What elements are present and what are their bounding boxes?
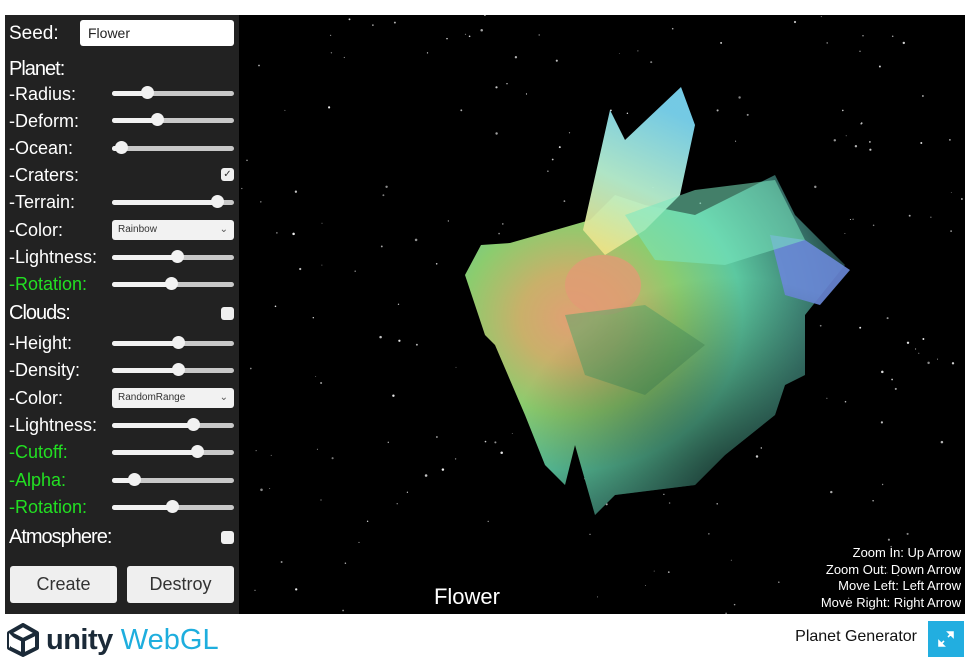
- planet-lightness-label: -Lightness:: [9, 247, 98, 267]
- checkmark-icon: ✓: [223, 169, 232, 180]
- deform-label: -Deform:: [9, 111, 80, 131]
- controls-help: Zoom In: Up Arrow Zoom Out: Down Arrow M…: [821, 545, 961, 611]
- cloud-color-label: -Color:: [9, 388, 64, 408]
- unity-webgl-logo: unity WebGL: [6, 622, 219, 658]
- seed-label: Seed:: [9, 23, 59, 44]
- terrain-label: -Terrain:: [9, 192, 76, 212]
- chevron-down-icon: ⌄: [219, 224, 228, 235]
- cloud-color-dropdown[interactable]: RandomRange ⌄: [112, 388, 234, 408]
- slider-handle[interactable]: [191, 445, 205, 458]
- slider-fill: [112, 282, 171, 287]
- clouds-header: Clouds:: [9, 302, 71, 324]
- cloud-cutoff-slider[interactable]: [112, 445, 234, 459]
- help-line: Zoom In: Up Arrow: [852, 545, 961, 560]
- planet-name: Flower: [433, 584, 500, 609]
- help-line: Move Right: Right Arrow: [820, 594, 961, 610]
- planet-header: Planet:: [9, 58, 65, 80]
- slider-fill: [112, 341, 178, 346]
- cloud-height-label: -Height:: [9, 333, 73, 353]
- slider-handle[interactable]: [186, 418, 200, 431]
- slider-handle[interactable]: [165, 500, 179, 513]
- slider-fill: [112, 505, 172, 510]
- destroy-button[interactable]: Destroy: [127, 566, 234, 603]
- cloud-lightness-slider[interactable]: [112, 418, 234, 432]
- cloud-rotation-label: -Rotation:: [9, 497, 88, 517]
- cloud-alpha-slider[interactable]: [112, 473, 234, 487]
- webgl-canvas[interactable]: Seed: Flower Planet: -Radius: -Deform: -…: [5, 15, 965, 614]
- craters-checkbox[interactable]: ✓: [221, 168, 234, 181]
- unity-cube-icon: [7, 623, 39, 657]
- cloud-color-value: RandomRange: [118, 392, 186, 403]
- radius-slider[interactable]: [112, 86, 234, 100]
- slider-track[interactable]: [112, 146, 234, 151]
- atmosphere-checkbox[interactable]: [221, 531, 234, 544]
- planet-lightness-slider[interactable]: [112, 250, 234, 264]
- ocean-label: -Ocean:: [9, 138, 74, 158]
- slider-handle[interactable]: [171, 336, 185, 349]
- slider-handle[interactable]: [170, 250, 184, 263]
- cloud-lightness-label: -Lightness:: [9, 415, 98, 435]
- slider-fill: [112, 368, 178, 373]
- slider-handle[interactable]: [114, 141, 128, 154]
- cloud-rotation-slider[interactable]: [112, 500, 234, 514]
- planet-color-value: Rainbow: [118, 224, 157, 235]
- craters-label: -Craters:: [9, 165, 80, 185]
- settings-panel: Seed: Flower Planet: -Radius: -Deform: -…: [5, 15, 239, 614]
- atmosphere-header: Atmosphere:: [9, 526, 112, 548]
- seed-input[interactable]: Flower: [80, 20, 234, 46]
- clouds-checkbox[interactable]: [221, 307, 234, 320]
- footer: unity WebGL Planet Generator: [0, 614, 976, 669]
- help-line: Zoom Out: Down Arrow: [825, 561, 961, 577]
- slider-handle[interactable]: [210, 195, 224, 208]
- fullscreen-button[interactable]: [928, 621, 964, 657]
- help-line: Move Left: Left Arrow: [838, 578, 961, 593]
- app-title: Planet Generator: [795, 628, 917, 645]
- slider-fill: [112, 200, 217, 205]
- create-button[interactable]: Create: [10, 566, 117, 603]
- ocean-slider[interactable]: [112, 141, 234, 155]
- fullscreen-icon: [938, 631, 954, 647]
- cloud-height-slider[interactable]: [112, 336, 234, 350]
- cloud-density-label: -Density:: [9, 360, 81, 380]
- planet-rotation-slider[interactable]: [112, 277, 234, 291]
- slider-handle[interactable]: [127, 473, 141, 486]
- slider-fill: [112, 255, 177, 260]
- slider-fill: [112, 423, 193, 428]
- slider-fill: [112, 450, 198, 455]
- terrain-slider[interactable]: [112, 195, 234, 209]
- cloud-alpha-label: -Alpha:: [9, 470, 67, 490]
- chevron-down-icon: ⌄: [219, 392, 228, 403]
- slider-handle[interactable]: [141, 86, 155, 99]
- slider-handle[interactable]: [151, 113, 165, 126]
- planet-color-label: -Color:: [9, 220, 64, 240]
- cloud-cutoff-label: -Cutoff:: [9, 442, 68, 462]
- logo-unity-text: unity: [46, 623, 113, 656]
- planet-color-dropdown[interactable]: Rainbow ⌄: [112, 220, 234, 240]
- radius-label: -Radius:: [9, 84, 77, 104]
- slider-handle[interactable]: [171, 363, 185, 376]
- cloud-density-slider[interactable]: [112, 363, 234, 377]
- slider-handle[interactable]: [164, 277, 178, 290]
- deform-slider[interactable]: [112, 113, 234, 127]
- planet-rotation-label: -Rotation:: [9, 274, 88, 294]
- logo-webgl-text: WebGL: [120, 623, 219, 656]
